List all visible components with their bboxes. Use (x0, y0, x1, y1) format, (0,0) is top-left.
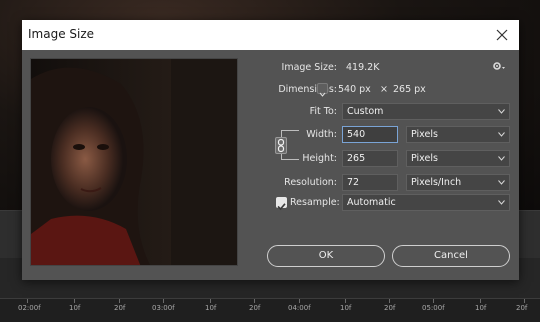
height-unit-value: Pixels (411, 153, 438, 164)
cancel-button[interactable]: Cancel (392, 245, 510, 267)
timeline-tick: 03:00f (152, 304, 175, 312)
height-input[interactable]: 265 (342, 150, 398, 167)
chevron-down-icon (498, 132, 505, 137)
chevron-down-icon (319, 92, 326, 97)
chevron-down-icon (498, 180, 505, 185)
image-size-dialog: Image Size Image Size: 419.2K Dimensions… (22, 20, 519, 280)
fit-to-value: Custom (347, 106, 384, 117)
timeline-ruler[interactable]: 02:00f 10f 20f 03:00f 10f 20f 04:00f 10f… (0, 298, 540, 322)
timeline-tick: 20f (114, 304, 126, 312)
resolution-unit-value: Pixels/Inch (411, 177, 462, 188)
resample-value: Automatic (347, 197, 396, 208)
dimensions-height: 265 px (393, 84, 426, 95)
resample-select[interactable]: Automatic (342, 194, 510, 211)
timeline-tick: 10f (475, 304, 487, 312)
height-unit-select[interactable]: Pixels (406, 150, 510, 167)
chevron-down-icon (498, 109, 505, 114)
resolution-label: Resolution: (284, 177, 337, 188)
width-unit-select[interactable]: Pixels (406, 126, 510, 143)
resample-checkbox[interactable] (276, 197, 287, 211)
timeline-tick: 04:00f (288, 304, 311, 312)
image-size-label: Image Size: (281, 62, 337, 73)
close-button[interactable] (491, 24, 513, 46)
close-icon (496, 29, 508, 41)
dimensions-unit-dropdown[interactable] (317, 83, 328, 97)
chevron-down-icon (498, 156, 505, 161)
width-label: Width: (306, 129, 337, 140)
timeline-tick: 10f (340, 304, 352, 312)
image-size-value: 419.2K (346, 62, 380, 73)
image-preview[interactable] (30, 58, 238, 266)
dialog-title: Image Size (28, 27, 95, 41)
timeline-tick: 20f (384, 304, 396, 312)
chain-link-icon (277, 138, 285, 153)
dimensions-width: 540 px (338, 84, 371, 95)
dimensions-times: × (380, 84, 388, 95)
fit-to-label: Fit To: (309, 106, 337, 117)
height-label: Height: (302, 153, 337, 164)
fit-to-select[interactable]: Custom (342, 103, 510, 120)
resolution-unit-select[interactable]: Pixels/Inch (406, 174, 510, 191)
timeline-tick: 10f (205, 304, 217, 312)
dialog-titlebar[interactable]: Image Size (22, 20, 519, 50)
resample-label: Resample: (290, 197, 340, 208)
width-unit-value: Pixels (411, 129, 438, 140)
gear-icon[interactable] (492, 60, 506, 72)
timeline-tick: 05:00f (422, 304, 445, 312)
timeline-tick: 02:00f (18, 304, 41, 312)
width-input[interactable]: 540 (342, 126, 398, 143)
chevron-down-icon (498, 200, 505, 205)
checkmark-icon (277, 203, 286, 211)
timeline-tick: 10f (69, 304, 81, 312)
resolution-input[interactable]: 72 (342, 174, 398, 191)
timeline-tick: 20f (249, 304, 261, 312)
timeline-tick: 20f (516, 304, 528, 312)
ok-button[interactable]: OK (267, 245, 385, 267)
